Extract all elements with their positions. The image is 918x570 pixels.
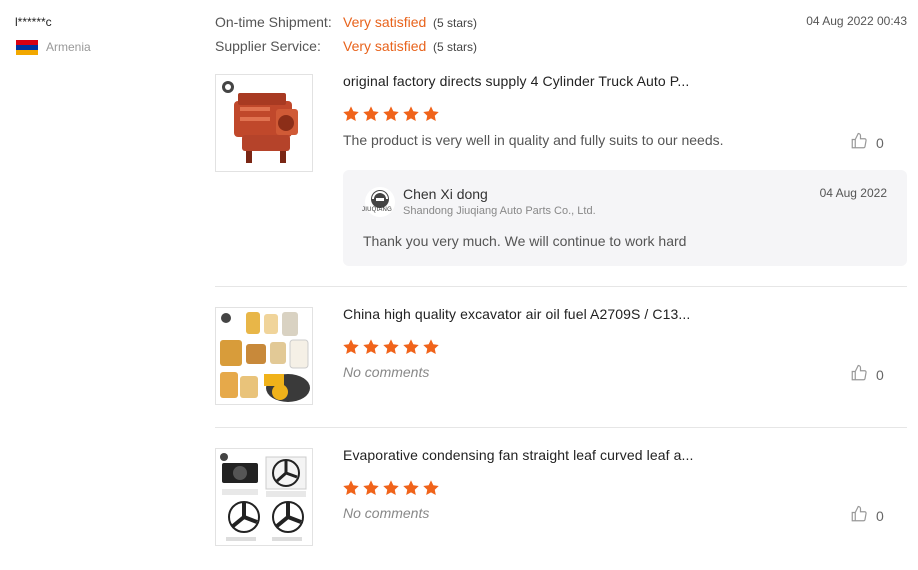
replier-name: Chen Xi dong	[403, 186, 488, 202]
product-title[interactable]: China high quality excavator air oil fue…	[343, 306, 690, 322]
armenia-flag-icon	[16, 40, 38, 55]
star-icon	[383, 339, 399, 355]
star-icon	[343, 106, 359, 122]
product-image-filters[interactable]	[215, 307, 313, 405]
product-title[interactable]: original factory directs supply 4 Cylind…	[343, 73, 689, 89]
like-button[interactable]: 0	[850, 364, 884, 385]
rating-stars-service: (5 stars)	[433, 40, 478, 54]
star-icon	[343, 480, 359, 496]
supplier-logo-text: JIUQIANG	[362, 207, 392, 213]
product-star-rating	[342, 105, 440, 123]
thumbs-up-icon	[850, 505, 868, 526]
rating-label-shipment: On-time Shipment:	[215, 14, 332, 30]
like-button[interactable]: 0	[850, 132, 884, 153]
review-date: 04 Aug 2022 00:43	[806, 14, 907, 28]
review-comment: No comments	[343, 364, 430, 380]
product-star-rating	[342, 338, 440, 356]
like-button[interactable]: 0	[850, 505, 884, 526]
divider	[215, 427, 907, 428]
supplier-reply: JIUQIANG Chen Xi dong Shandong Jiuqiang …	[343, 170, 907, 266]
thumbs-up-icon	[850, 132, 868, 153]
review-comment: The product is very well in quality and …	[343, 132, 724, 148]
star-icon	[343, 339, 359, 355]
star-icon	[403, 339, 419, 355]
product-image-engine[interactable]	[215, 74, 313, 172]
product-title[interactable]: Evaporative condensing fan straight leaf…	[343, 447, 693, 463]
star-icon	[403, 106, 419, 122]
reply-text: Thank you very much. We will continue to…	[363, 233, 687, 249]
like-count: 0	[876, 366, 884, 383]
star-icon	[423, 480, 439, 496]
like-count: 0	[876, 134, 884, 151]
divider	[215, 286, 907, 287]
reply-date: 04 Aug 2022	[819, 186, 887, 200]
star-icon	[363, 106, 379, 122]
star-icon	[363, 339, 379, 355]
rating-stars-shipment: (5 stars)	[433, 16, 478, 30]
product-image-fans[interactable]	[215, 448, 313, 546]
review-comment: No comments	[343, 505, 430, 521]
star-icon	[383, 480, 399, 496]
star-icon	[403, 480, 419, 496]
star-icon	[363, 480, 379, 496]
reviewer-country: Armenia	[46, 40, 91, 54]
reviewer-name: l******c	[15, 15, 52, 29]
rating-value-shipment: Very satisfied	[343, 14, 427, 30]
product-star-rating	[342, 479, 440, 497]
rating-value-service: Very satisfied	[343, 38, 427, 54]
replier-company[interactable]: Shandong Jiuqiang Auto Parts Co., Ltd.	[403, 205, 596, 217]
star-icon	[383, 106, 399, 122]
thumbs-up-icon	[850, 364, 868, 385]
star-icon	[423, 339, 439, 355]
rating-label-service: Supplier Service:	[215, 38, 321, 54]
star-icon	[423, 106, 439, 122]
like-count: 0	[876, 507, 884, 524]
